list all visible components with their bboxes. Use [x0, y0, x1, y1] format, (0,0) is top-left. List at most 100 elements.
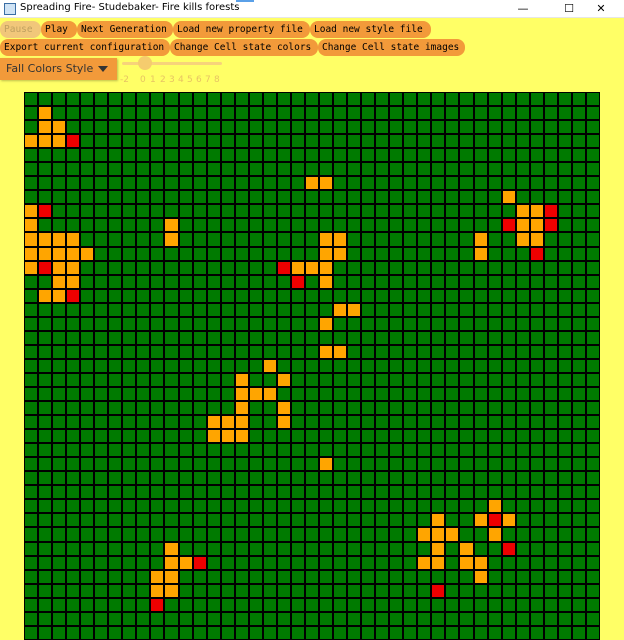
cell-tree[interactable]	[290, 330, 305, 345]
cell-tree[interactable]	[276, 513, 291, 528]
cell-tree[interactable]	[136, 246, 151, 261]
cell-tree[interactable]	[276, 344, 291, 359]
cell-tree[interactable]	[375, 513, 390, 528]
cell-tree[interactable]	[389, 541, 404, 556]
load-style-file-button[interactable]: Load new style file	[310, 21, 431, 38]
cell-tree[interactable]	[347, 148, 362, 163]
cell-tree[interactable]	[276, 218, 291, 233]
cell-tree[interactable]	[318, 541, 334, 556]
cell-tree[interactable]	[248, 316, 263, 331]
cell-tree[interactable]	[361, 499, 376, 514]
cell-tree[interactable]	[473, 344, 488, 359]
cell-tree[interactable]	[585, 415, 600, 430]
cell-tree[interactable]	[220, 288, 235, 303]
cell-tree[interactable]	[290, 120, 305, 135]
cell-tree[interactable]	[515, 316, 530, 331]
cell-tree[interactable]	[38, 471, 53, 486]
cell-tree[interactable]	[543, 527, 558, 542]
cell-tree[interactable]	[108, 499, 123, 514]
cell-tree[interactable]	[459, 232, 474, 247]
cell-tree[interactable]	[178, 527, 193, 542]
cell-tree[interactable]	[164, 246, 179, 261]
cell-tree[interactable]	[150, 316, 165, 331]
cell-tree[interactable]	[94, 190, 109, 205]
cell-tree[interactable]	[192, 471, 207, 486]
cell-tree[interactable]	[473, 92, 488, 107]
cell-tree[interactable]	[487, 344, 502, 359]
cell-tree[interactable]	[234, 148, 249, 163]
cell-tree[interactable]	[501, 302, 516, 317]
cell-tree[interactable]	[150, 485, 165, 500]
next-generation-button[interactable]: Next Generation	[77, 21, 173, 38]
cell-tree[interactable]	[108, 569, 123, 584]
cell-empty[interactable]	[290, 274, 305, 289]
cell-tree[interactable]	[459, 429, 474, 444]
cell-tree[interactable]	[445, 120, 460, 135]
cell-tree[interactable]	[403, 415, 418, 430]
cell-tree[interactable]	[94, 471, 109, 486]
cell-tree[interactable]	[431, 92, 446, 107]
cell-tree[interactable]	[585, 597, 600, 612]
cell-tree[interactable]	[38, 541, 53, 556]
cell-tree[interactable]	[24, 597, 39, 612]
cell-tree[interactable]	[178, 443, 193, 458]
cell-tree[interactable]	[234, 513, 249, 528]
cell-tree[interactable]	[206, 92, 221, 107]
cell-tree[interactable]	[220, 302, 235, 317]
cell-tree[interactable]	[24, 485, 39, 500]
cell-tree[interactable]	[445, 457, 460, 472]
cell-tree[interactable]	[94, 443, 109, 458]
cell-tree[interactable]	[52, 555, 67, 570]
cell-tree[interactable]	[375, 106, 390, 121]
cell-tree[interactable]	[24, 176, 39, 191]
cell-tree[interactable]	[108, 541, 123, 556]
cell-tree[interactable]	[52, 190, 67, 205]
cell-tree[interactable]	[543, 190, 558, 205]
cell-tree[interactable]	[529, 485, 544, 500]
cell-tree[interactable]	[333, 92, 348, 107]
cell-tree[interactable]	[136, 471, 151, 486]
cell-tree[interactable]	[515, 443, 530, 458]
cell-tree[interactable]	[304, 541, 319, 556]
cell-tree[interactable]	[473, 162, 488, 177]
cell-tree[interactable]	[431, 232, 446, 247]
cell-tree[interactable]	[220, 541, 235, 556]
cell-empty[interactable]	[38, 260, 53, 275]
cell-tree[interactable]	[80, 541, 95, 556]
cell-tree[interactable]	[487, 92, 502, 107]
cell-tree[interactable]	[417, 330, 432, 345]
cell-tree[interactable]	[276, 485, 291, 500]
cell-tree[interactable]	[150, 148, 165, 163]
cell-tree[interactable]	[150, 513, 165, 528]
cell-tree[interactable]	[515, 190, 530, 205]
speed-slider-track[interactable]	[122, 62, 222, 65]
cell-tree[interactable]	[122, 246, 137, 261]
cell-tree[interactable]	[459, 344, 474, 359]
cell-tree[interactable]	[304, 190, 319, 205]
cell-tree[interactable]	[333, 330, 348, 345]
cell-burning[interactable]	[318, 344, 334, 359]
cell-tree[interactable]	[304, 120, 319, 135]
cell-burning[interactable]	[220, 415, 235, 430]
cell-tree[interactable]	[543, 148, 558, 163]
cell-tree[interactable]	[515, 260, 530, 275]
cell-tree[interactable]	[543, 330, 558, 345]
cell-tree[interactable]	[515, 527, 530, 542]
cell-tree[interactable]	[403, 120, 418, 135]
cell-tree[interactable]	[66, 429, 81, 444]
cell-tree[interactable]	[38, 274, 53, 289]
cell-tree[interactable]	[136, 401, 151, 416]
cell-tree[interactable]	[333, 401, 348, 416]
cell-tree[interactable]	[515, 162, 530, 177]
cell-tree[interactable]	[66, 443, 81, 458]
cell-tree[interactable]	[276, 358, 291, 373]
cell-tree[interactable]	[585, 625, 600, 640]
cell-tree[interactable]	[459, 485, 474, 500]
cell-tree[interactable]	[375, 302, 390, 317]
cell-tree[interactable]	[431, 120, 446, 135]
cell-tree[interactable]	[38, 162, 53, 177]
cell-burning[interactable]	[318, 246, 334, 261]
cell-tree[interactable]	[389, 232, 404, 247]
cell-tree[interactable]	[290, 162, 305, 177]
cell-tree[interactable]	[164, 597, 179, 612]
